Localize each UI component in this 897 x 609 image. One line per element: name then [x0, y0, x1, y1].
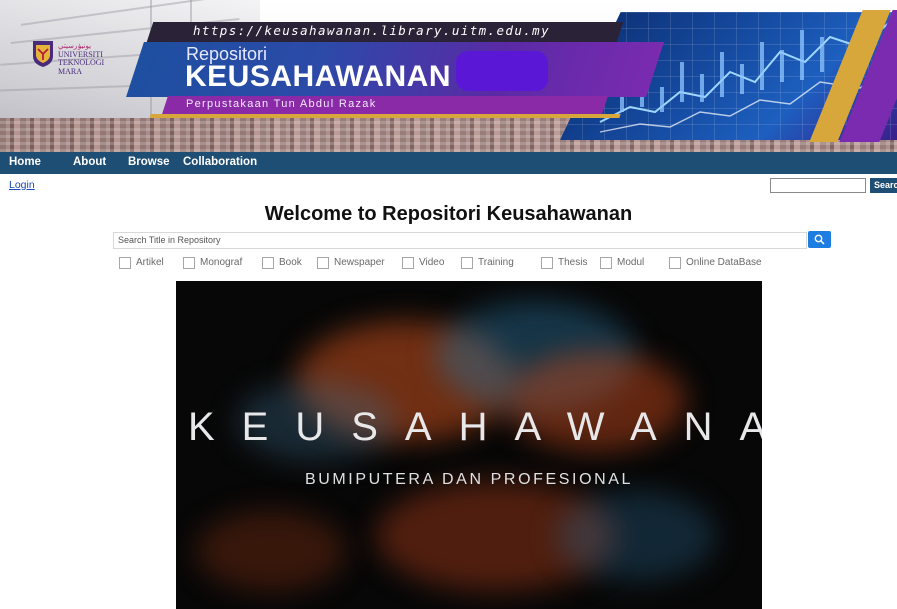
- video-subtitle: BUMIPUTERA DAN PROFESIONAL: [304, 471, 634, 488]
- uitm-logo: يونيۏرسيتي UNIVERSITI TEKNOLOGI MARA: [32, 40, 116, 90]
- site-banner: يونيۏرسيتي UNIVERSITI TEKNOLOGI MARA htt…: [0, 0, 897, 152]
- page-title: Welcome to Repositori Keusahawanan: [264, 203, 633, 225]
- banner-subtitle: Perpustakaan Tun Abdul Razak: [186, 98, 377, 110]
- top-search-button[interactable]: Search: [870, 178, 897, 193]
- search-icon: [814, 234, 825, 245]
- repository-search-placeholder: Search Title in Repository: [118, 235, 221, 245]
- checkbox[interactable]: [600, 257, 612, 269]
- video-title: KEUSAHAWANAN: [188, 405, 762, 449]
- title-decoration: [456, 51, 548, 91]
- nav-collaboration[interactable]: Collaboration: [183, 156, 257, 168]
- banner-url: https://keusahawanan.library.uitm.edu.my: [193, 23, 551, 38]
- checkbox[interactable]: [541, 257, 553, 269]
- checkbox[interactable]: [461, 257, 473, 269]
- nav-browse[interactable]: Browse: [128, 156, 170, 168]
- nav-about[interactable]: About: [73, 156, 106, 168]
- uitm-shield-icon: [33, 41, 53, 67]
- checkbox[interactable]: [262, 257, 274, 269]
- checkbox[interactable]: [402, 257, 414, 269]
- intro-video[interactable]: KEUSAHAWANAN BUMIPUTERA DAN PROFESIONAL: [176, 281, 762, 609]
- checkbox[interactable]: [317, 257, 329, 269]
- banner-title: KEUSAHAWANAN: [185, 60, 452, 93]
- checkbox[interactable]: [669, 257, 681, 269]
- checkbox[interactable]: [119, 257, 131, 269]
- main-nav: Home About Browse Collaboration: [0, 152, 897, 174]
- nav-home[interactable]: Home: [9, 156, 41, 168]
- checkbox[interactable]: [183, 257, 195, 269]
- repository-search-button[interactable]: [808, 231, 831, 248]
- login-link[interactable]: Login: [9, 179, 35, 191]
- top-search-input[interactable]: [770, 178, 866, 193]
